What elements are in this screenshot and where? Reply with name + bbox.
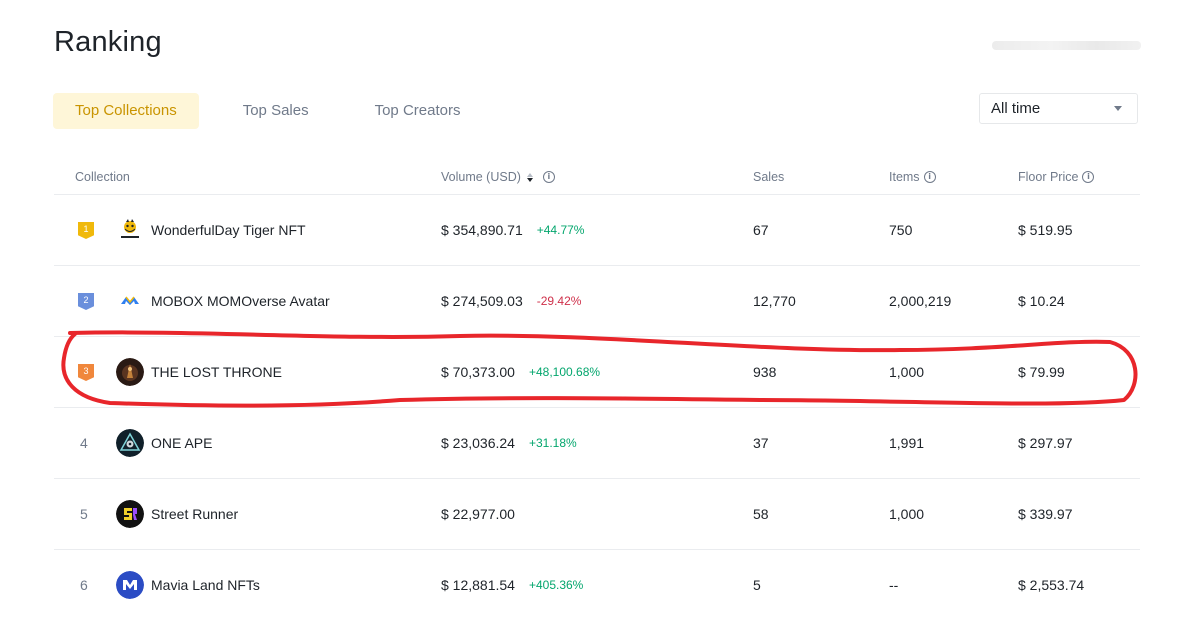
blurred-header-element [992,41,1141,50]
throne-avatar-icon [116,358,144,386]
volume-cell: $ 12,881.54 +405.36% [441,550,583,620]
items-value: 1,000 [889,364,925,380]
time-filter-select[interactable]: All time [979,93,1138,124]
volume-value: $ 12,881.54 [441,577,515,593]
volume-value: $ 23,036.24 [441,435,515,451]
rank-bronze-badge-icon: 3 [78,364,94,381]
header-items: Items i [889,170,936,184]
collection-name[interactable]: ONE APE [151,408,212,478]
sales-value: 37 [753,435,769,451]
volume-cell: $ 354,890.71 +44.77% [441,195,584,265]
rank-silver-badge-icon: 2 [78,293,94,310]
items-value: 2,000,219 [889,293,952,309]
tiger-avatar-icon [116,216,144,244]
mavia-avatar-icon [116,571,144,599]
table-row[interactable]: 1 WonderfulDay Tiger NFT $ 354,890.71 +4… [54,195,1140,266]
tab-top-creators[interactable]: Top Creators [353,93,483,129]
volume-value: $ 22,977.00 [441,506,515,522]
floor-price-value: $ 2,553.74 [1018,577,1085,593]
header-items-label: Items [889,170,920,184]
tab-top-collections[interactable]: Top Collections [53,93,199,129]
mobox-avatar-icon [116,287,144,315]
table-row[interactable]: 2 MOBOX MOMOverse Avatar $ 274,509.03 -2… [54,266,1140,337]
collection-name[interactable]: THE LOST THRONE [151,337,282,407]
floor-price-value: $ 79.99 [1018,364,1065,380]
sales-value: 12,770 [753,293,796,309]
floor-price-value: $ 10.24 [1018,293,1065,309]
volume-change: -29.42% [536,294,582,308]
collection-name[interactable]: WonderfulDay Tiger NFT [151,195,306,265]
floor-price-value: $ 339.97 [1018,506,1073,522]
volume-change: +44.77% [536,223,585,237]
table-row[interactable]: 5 Street Runner $ 22,977.00 58 1,000 $ 3… [54,479,1140,550]
collection-name[interactable]: Street Runner [151,479,238,549]
info-icon[interactable]: i [1082,171,1095,183]
table-row[interactable]: 6 Mavia Land NFTs $ 12,881.54 +405.36% 5… [54,550,1140,620]
time-filter-value: All time [991,100,1041,117]
ranking-table: Collection Volume (USD) i Sales Items i … [54,160,1140,620]
street-runner-avatar-icon [116,500,144,528]
volume-change: +405.36% [528,578,584,592]
rank-gold-badge-icon: 1 [78,222,94,239]
volume-value: $ 354,890.71 [441,222,523,238]
header-volume[interactable]: Volume (USD) i [441,170,555,184]
one-ape-avatar-icon [116,429,144,457]
sales-value: 67 [753,222,769,238]
sales-value: 5 [753,577,761,593]
rank-number: 4 [80,435,88,451]
sort-icon[interactable] [526,172,533,182]
volume-cell: $ 274,509.03 -29.42% [441,266,581,336]
volume-change: +31.18% [528,436,577,450]
volume-cell: $ 70,373.00 +48,100.68% [441,337,600,407]
info-icon[interactable]: i [923,171,936,183]
rank-number: 5 [80,506,88,522]
header-collection-label: Collection [75,170,130,184]
floor-price-value: $ 519.95 [1018,222,1073,238]
collection-name[interactable]: MOBOX MOMOverse Avatar [151,266,330,336]
rank-number: 6 [80,577,88,593]
volume-value: $ 70,373.00 [441,364,515,380]
header-volume-label: Volume (USD) [441,170,521,184]
floor-price-value: $ 297.97 [1018,435,1073,451]
sales-value: 58 [753,506,769,522]
collection-name[interactable]: Mavia Land NFTs [151,550,260,620]
tab-top-sales[interactable]: Top Sales [221,93,331,129]
header-sales-label: Sales [753,170,785,184]
header-sales: Sales [753,170,784,184]
header-floor-label: Floor Price [1018,170,1079,184]
items-value: 1,000 [889,506,925,522]
header-floor-price: Floor Price i [1018,170,1095,184]
volume-cell: $ 22,977.00 [441,479,515,549]
items-value: -- [889,577,899,593]
items-value: 750 [889,222,913,238]
info-icon[interactable]: i [542,171,555,183]
table-row[interactable]: 4 ONE APE $ 23,036.24 +31.18% 37 1,991 $… [54,408,1140,479]
volume-change: +48,100.68% [528,365,601,379]
caret-down-icon [1114,106,1122,111]
ranking-tabs: Top Collections Top Sales Top Creators [53,93,482,129]
volume-cell: $ 23,036.24 +31.18% [441,408,577,478]
volume-value: $ 274,509.03 [441,293,523,309]
header-collection: Collection [75,170,130,184]
items-value: 1,991 [889,435,925,451]
table-header: Collection Volume (USD) i Sales Items i … [54,160,1140,195]
sales-value: 938 [753,364,777,380]
page-title: Ranking [54,26,162,58]
table-row[interactable]: 3 THE LOST THRONE $ 70,373.00 +48,100.68… [54,337,1140,408]
